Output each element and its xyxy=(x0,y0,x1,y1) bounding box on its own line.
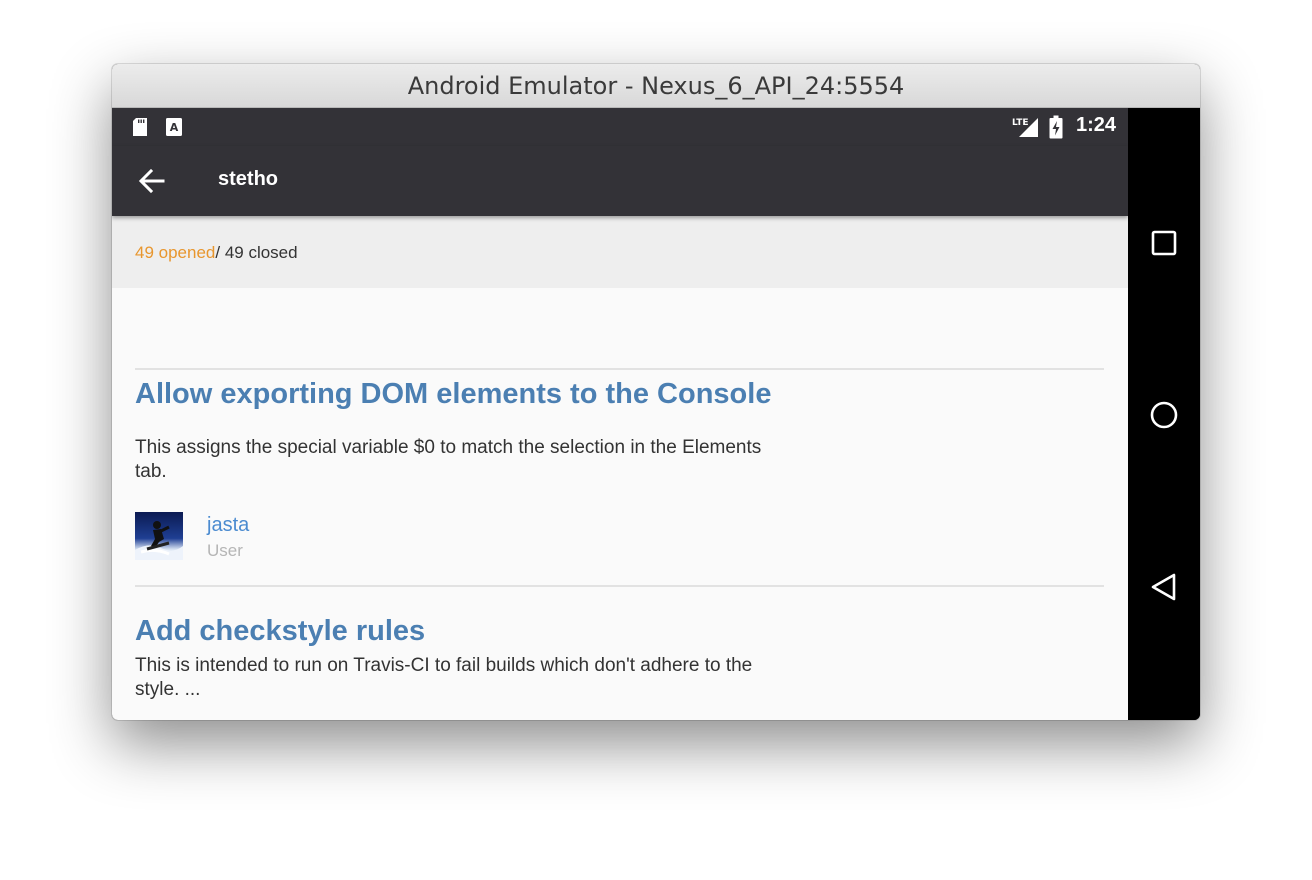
toolbar-title: stetho xyxy=(218,168,278,190)
lte-signal-icon: LTE xyxy=(1012,116,1040,143)
summary-text: 49 opened/ 49 closed xyxy=(135,243,298,263)
home-button[interactable] xyxy=(1128,385,1200,445)
status-time: 1:24 xyxy=(1075,114,1116,136)
author-name[interactable]: jasta xyxy=(207,514,249,537)
window-title: Android Emulator - Nexus_6_API_24:5554 xyxy=(112,64,1200,108)
overview-button[interactable] xyxy=(1128,213,1200,273)
keyboard-a-icon: A xyxy=(165,117,183,142)
overview-square-icon xyxy=(1151,230,1177,256)
back-button[interactable] xyxy=(132,163,172,199)
svg-text:A: A xyxy=(170,121,179,134)
lte-label: LTE xyxy=(1012,118,1029,128)
nav-back-button[interactable] xyxy=(1128,557,1200,617)
sd-card-icon xyxy=(132,117,148,142)
app-toolbar: stetho xyxy=(112,146,1128,216)
back-triangle-icon xyxy=(1151,573,1176,601)
status-bar: A LTE 1:24 xyxy=(112,108,1128,146)
android-nav-bar xyxy=(1128,108,1200,720)
issue-description: This assigns the special variable $0 to … xyxy=(135,437,762,482)
avatar[interactable] xyxy=(135,512,183,560)
issue-title[interactable]: Add checkstyle rules xyxy=(135,615,425,648)
home-circle-icon xyxy=(1150,401,1178,429)
issue-description: This is intended to run on Travis-CI to … xyxy=(135,655,753,700)
closed-count-link[interactable]: / 49 closed xyxy=(215,243,297,262)
issue-summary: 49 opened/ 49 closed xyxy=(112,216,1128,288)
emulator-window: Android Emulator - Nexus_6_API_24:5554 A xyxy=(112,64,1200,720)
arrow-left-icon xyxy=(138,168,165,194)
issue-title[interactable]: Allow exporting DOM elements to the Cons… xyxy=(135,378,771,411)
battery-charging-icon xyxy=(1049,115,1063,144)
device-screen: A LTE 1:24 stetho 49 opened/ 49 closed A… xyxy=(112,108,1128,720)
opened-count-link[interactable]: 49 opened xyxy=(135,243,215,262)
list-divider xyxy=(135,368,1104,370)
list-divider xyxy=(135,585,1104,587)
author-role: User xyxy=(207,541,243,560)
avatar-snowboarder-image xyxy=(135,521,183,560)
